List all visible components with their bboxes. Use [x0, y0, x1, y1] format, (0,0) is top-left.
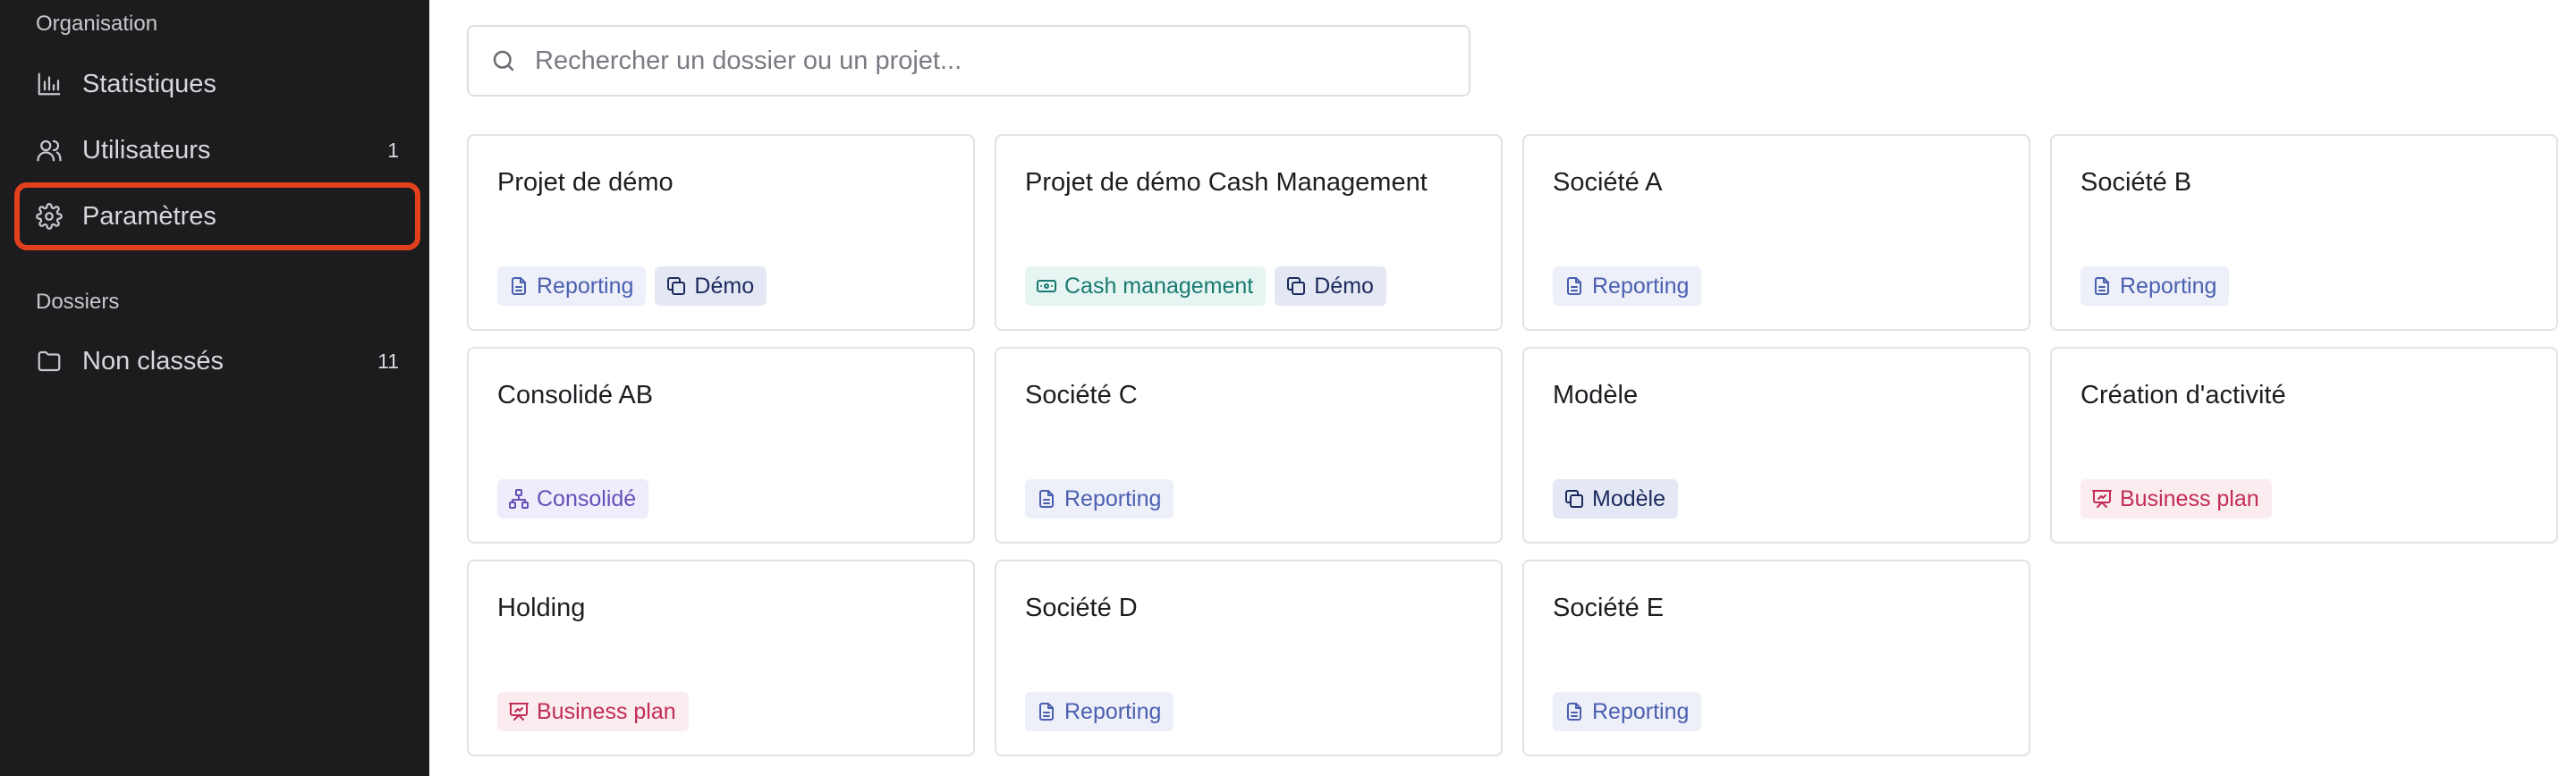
folder-item-non-classes[interactable]: Non classés 11 [14, 327, 420, 395]
project-card-holding[interactable]: Holding Business plan [467, 560, 975, 756]
project-card-societe-e[interactable]: Société E Reporting [1522, 560, 2030, 756]
project-tags: Consolidé [497, 479, 649, 519]
copy-icon [1563, 488, 1592, 510]
tag-label: Modèle [1592, 485, 1665, 511]
file-text-icon [1563, 275, 1592, 297]
organisation-section-title: Organisation [36, 12, 158, 36]
project-card-modele[interactable]: Modèle Modèle [1522, 347, 2030, 544]
project-card-societe-d[interactable]: Société D Reporting [995, 560, 1503, 756]
project-title: Société B [2080, 168, 2192, 197]
tag-label: Reporting [537, 273, 634, 299]
folder-item-count: 11 [377, 349, 399, 373]
presentation-icon [2091, 488, 2120, 510]
tag-label: Cash management [1064, 273, 1254, 299]
tag-label: Business plan [537, 698, 676, 724]
project-tags: Modèle [1553, 479, 1678, 519]
tag-label: Démo [1314, 273, 1374, 299]
project-title: Projet de démo Cash Management [1025, 168, 1428, 197]
sidebar: Organisation Statistiques Utilisateurs 1… [0, 0, 429, 776]
banknote-icon [1036, 275, 1064, 297]
tag-reporting: Reporting [1553, 266, 1702, 306]
tag-label: Reporting [1064, 485, 1162, 511]
file-text-icon [1036, 701, 1064, 722]
search-icon [493, 50, 514, 72]
tag-label: Reporting [1592, 273, 1690, 299]
project-tags: Business plan [497, 692, 689, 731]
network-icon [508, 488, 537, 510]
file-text-icon [508, 275, 537, 297]
bar-chart-icon [34, 69, 64, 99]
project-card-projet-de-demo[interactable]: Projet de démo Reporting Démo [467, 134, 975, 331]
file-text-icon [1036, 488, 1064, 510]
sidebar-item-statistiques[interactable]: Statistiques [14, 50, 420, 118]
project-title: Société A [1553, 168, 1663, 197]
project-card-projet-de-demo-cash-management[interactable]: Projet de démo Cash Management Cash manag… [995, 134, 1503, 331]
tag-reporting: Reporting [2080, 266, 2230, 306]
project-tags: Reporting [1025, 692, 1174, 731]
project-card-societe-c[interactable]: Société C Reporting [995, 347, 1503, 544]
tag-reporting: Reporting [497, 266, 647, 306]
project-title: Société C [1025, 381, 1138, 409]
sidebar-item-count: 1 [387, 138, 399, 162]
sidebar-item-parametres[interactable]: Paramètres [14, 182, 420, 250]
project-tags: Reporting [1553, 692, 1702, 731]
folder-item-label: Non classés [82, 346, 224, 375]
tag-label: Consolidé [537, 485, 637, 511]
sidebar-item-utilisateurs[interactable]: Utilisateurs 1 [14, 116, 420, 184]
sidebar-item-label: Utilisateurs [82, 135, 211, 164]
project-title: Holding [497, 594, 586, 622]
sidebar-item-label: Paramètres [82, 201, 216, 231]
project-card-creation-d-activite[interactable]: Création d'activité Business plan [2050, 347, 2558, 544]
presentation-icon [508, 701, 537, 722]
project-tags: Reporting [1553, 266, 1702, 306]
project-tags: Reporting [2080, 266, 2230, 306]
project-tags: Reporting [1025, 479, 1174, 519]
tag-consolide: Consolidé [497, 479, 649, 519]
search-box[interactable] [467, 25, 1470, 97]
tag-cash-management: Cash management [1025, 266, 1267, 306]
project-tags: Business plan [2080, 479, 2272, 519]
tag-demo: Démo [1275, 266, 1386, 306]
tag-modele: Modèle [1553, 479, 1678, 519]
sidebar-item-label: Statistiques [82, 69, 216, 98]
copy-icon [1285, 275, 1314, 297]
project-tags: Cash management Démo [1025, 266, 1386, 306]
tag-reporting: Reporting [1025, 692, 1174, 731]
project-card-societe-b[interactable]: Société B Reporting [2050, 134, 2558, 331]
project-title: Société E [1553, 594, 1665, 622]
project-title: Modèle [1553, 381, 1639, 409]
main-content: Projet de démoReportingDémoProjet de dém… [429, 0, 2576, 776]
project-title: Création d'activité [2080, 381, 2286, 409]
file-text-icon [1563, 701, 1592, 722]
project-card-societe-a[interactable]: Société A Reporting [1522, 134, 2030, 331]
tag-label: Reporting [2120, 273, 2217, 299]
tag-reporting: Reporting [1025, 479, 1174, 519]
project-card-consolide-ab[interactable]: Consolidé AB Consolidé [467, 347, 975, 544]
tag-label: Démo [694, 273, 755, 299]
project-title: Projet de démo [497, 168, 674, 197]
dossiers-section-title: Dossiers [36, 290, 120, 314]
users-icon [34, 135, 64, 165]
search-input[interactable] [535, 46, 1469, 76]
tag-reporting: Reporting [1553, 692, 1702, 731]
tag-label: Business plan [2120, 485, 2259, 511]
gear-icon [34, 201, 64, 232]
tag-label: Reporting [1592, 698, 1690, 724]
file-text-icon [2091, 275, 2120, 297]
folder-icon [34, 346, 64, 376]
tag-demo: Démo [655, 266, 767, 306]
project-title: Société D [1025, 594, 1138, 622]
project-title: Consolidé AB [497, 381, 654, 409]
tag-business-plan: Business plan [2080, 479, 2272, 519]
tag-business-plan: Business plan [497, 692, 689, 731]
tag-label: Reporting [1064, 698, 1162, 724]
copy-icon [665, 275, 694, 297]
project-tags: Reporting Démo [497, 266, 767, 306]
